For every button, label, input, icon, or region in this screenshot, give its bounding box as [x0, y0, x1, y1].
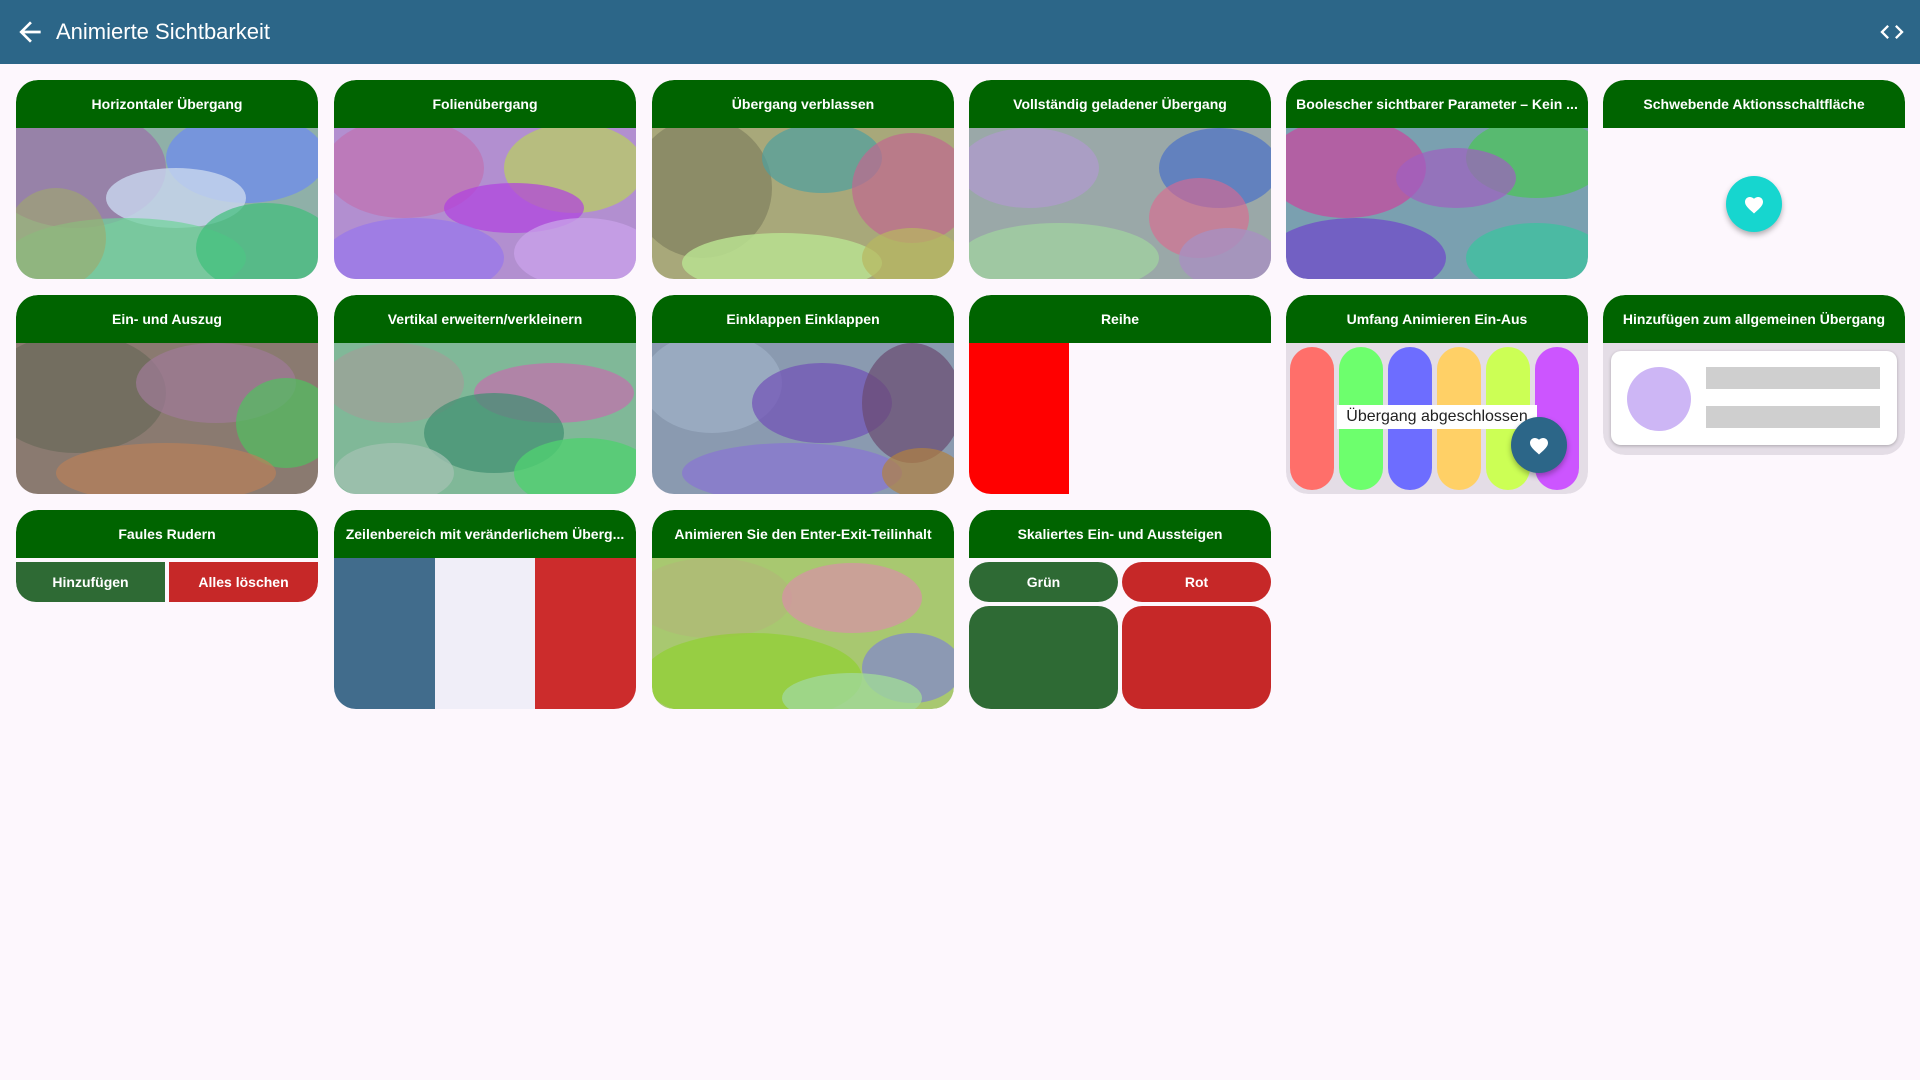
card-title: Reihe — [969, 295, 1271, 343]
placeholder-line — [1706, 367, 1880, 389]
demo-card-scaled-enter-exit[interactable]: Skaliertes Ein- und Aussteigen Grün Rot — [969, 510, 1271, 709]
demo-card-collapse[interactable]: Einklappen Einklappen — [652, 295, 954, 494]
card-title: Hinzufügen zum allgemeinen Übergang — [1603, 295, 1905, 343]
demo-card-enter-exit[interactable]: Ein- und Auszug — [16, 295, 318, 494]
demo-card-animate-enter-exit-child[interactable]: Animieren Sie den Enter-Exit-Teilinhalt — [652, 510, 954, 709]
card-title: Faules Rudern — [16, 510, 318, 558]
demo-card-lazy-row[interactable]: Faules Rudern Hinzufügen Alles löschen — [16, 510, 318, 604]
heart-icon — [1530, 438, 1548, 455]
abstract-image — [16, 128, 318, 279]
card-body — [969, 343, 1271, 494]
demo-card-boolean-visible-parameter[interactable]: Boolescher sichtbarer Parameter – Kein .… — [1286, 80, 1588, 279]
demo-card-floating-action-button[interactable]: Schwebende Aktionsschaltfläche — [1603, 80, 1905, 279]
color-pill — [1290, 347, 1334, 490]
code-icon[interactable] — [1878, 18, 1906, 46]
green-button[interactable]: Grün — [969, 562, 1118, 602]
card-title: Folienübergang — [334, 80, 636, 128]
floating-action-button[interactable] — [1511, 417, 1567, 473]
clear-all-button[interactable]: Alles löschen — [169, 562, 318, 602]
demo-card-fully-loaded-transition[interactable]: Vollständig geladener Übergang — [969, 80, 1271, 279]
card-title: Vertikal erweitern/verkleinern — [334, 295, 636, 343]
card-body — [334, 558, 636, 709]
red-button[interactable]: Rot — [1122, 562, 1271, 602]
red-block — [969, 343, 1069, 494]
color-stripe-blue — [334, 558, 435, 709]
transition-status-label: Übergang abgeschlossen — [1337, 405, 1537, 429]
card-title: Skaliertes Ein- und Aussteigen — [969, 510, 1271, 558]
list-item-card[interactable] — [1611, 351, 1897, 445]
abstract-image — [16, 343, 318, 494]
demo-card-fade-transition[interactable]: Übergang verblassen — [652, 80, 954, 279]
card-body — [1603, 343, 1905, 455]
card-body: Grün Rot — [969, 558, 1271, 709]
arrow-back-icon[interactable] — [14, 16, 46, 48]
green-box — [969, 606, 1118, 709]
add-button[interactable]: Hinzufügen — [16, 562, 165, 602]
demo-card-scope-animate-in-out[interactable]: Umfang Animieren Ein-Aus Übergang abgesc… — [1286, 295, 1588, 494]
abstract-image — [652, 128, 954, 279]
abstract-image — [652, 343, 954, 494]
demo-card-horizontal-transition[interactable]: Horizontaler Übergang — [16, 80, 318, 279]
card-title: Zeilenbereich mit veränderlichem Überg..… — [334, 510, 636, 558]
abstract-image — [334, 343, 636, 494]
card-title: Einklappen Einklappen — [652, 295, 954, 343]
abstract-image — [1286, 128, 1588, 279]
card-title: Horizontaler Übergang — [16, 80, 318, 128]
card-title: Boolescher sichtbarer Parameter – Kein .… — [1286, 80, 1588, 128]
abstract-image — [652, 558, 954, 709]
demo-card-expand-shrink-vertically[interactable]: Vertikal erweitern/verkleinern — [334, 295, 636, 494]
demo-card-row[interactable]: Reihe — [969, 295, 1271, 494]
card-body: Hinzufügen Alles löschen — [16, 558, 318, 604]
card-title: Ein- und Auszug — [16, 295, 318, 343]
card-title: Umfang Animieren Ein-Aus — [1286, 295, 1588, 343]
color-stripe-red — [535, 558, 636, 709]
card-title: Schwebende Aktionsschaltfläche — [1603, 80, 1905, 128]
red-box — [1122, 606, 1271, 709]
color-stripe-white — [435, 558, 535, 709]
card-title: Übergang verblassen — [652, 80, 954, 128]
abstract-image — [334, 128, 636, 279]
avatar — [1627, 367, 1691, 431]
heart-icon — [1745, 197, 1763, 214]
page-title: Animierte Sichtbarkeit — [56, 19, 270, 44]
card-body — [1603, 128, 1905, 279]
card-title: Animieren Sie den Enter-Exit-Teilinhalt — [652, 510, 954, 558]
card-body: Übergang abgeschlossen — [1286, 343, 1588, 494]
placeholder-line — [1706, 406, 1880, 428]
demo-card-add-to-general-transition[interactable]: Hinzufügen zum allgemeinen Übergang — [1603, 295, 1905, 455]
card-title: Vollständig geladener Übergang — [969, 80, 1271, 128]
demo-card-slide-transition[interactable]: Folienübergang — [334, 80, 636, 279]
abstract-image — [969, 128, 1271, 279]
top-app-bar: Animierte Sichtbarkeit — [0, 0, 1920, 64]
floating-action-button[interactable] — [1726, 176, 1782, 232]
demo-card-row-range-transition[interactable]: Zeilenbereich mit veränderlichem Überg..… — [334, 510, 636, 709]
